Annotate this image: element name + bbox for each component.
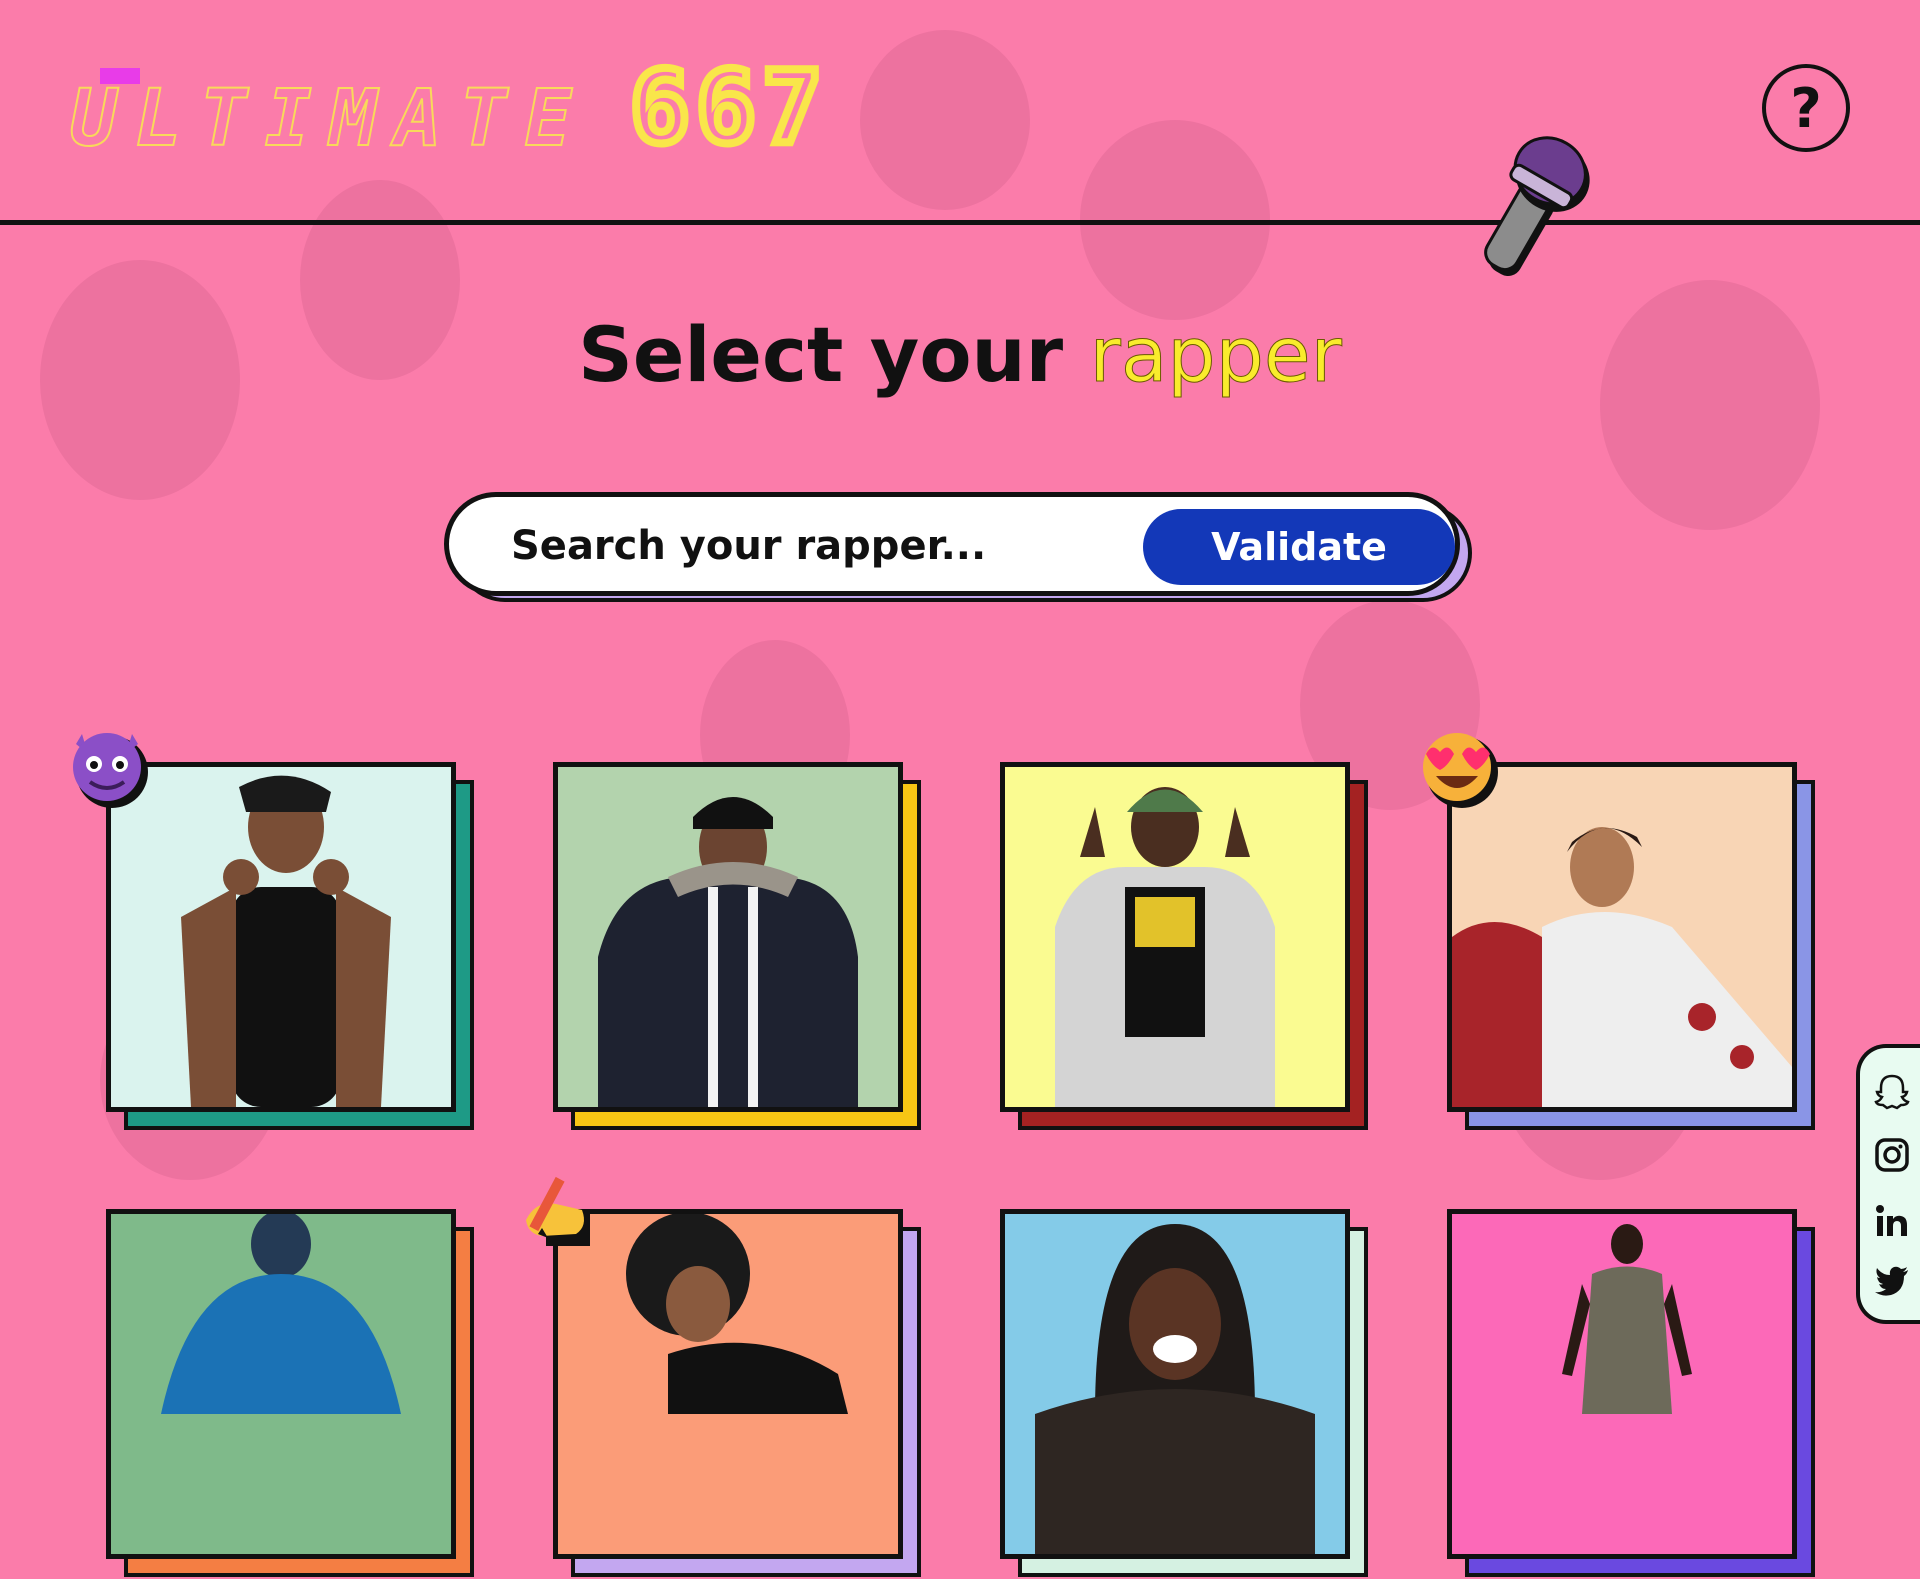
rapper-card[interactable] [106, 1209, 476, 1579]
card-photo [553, 762, 903, 1112]
rapper-photo [626, 1214, 848, 1414]
logo[interactable]: U ltimate 667 [69, 49, 829, 166]
logo-number: 667 [626, 49, 829, 166]
instagram-icon[interactable] [1873, 1136, 1911, 1174]
search-input[interactable] [509, 515, 1033, 577]
writing-hand-emoji-icon [526, 1176, 590, 1246]
card-photo [1000, 1209, 1350, 1559]
card-photo [1447, 1209, 1797, 1559]
help-button[interactable]: ? [1762, 64, 1850, 152]
logo-accent [100, 68, 140, 84]
card-photo [106, 762, 456, 1112]
rapper-card[interactable] [1000, 1209, 1370, 1579]
heart-eyes-emoji-icon [1423, 733, 1498, 808]
title-accent: rapper [1089, 310, 1342, 400]
rapper-photo [181, 775, 391, 1107]
card-photo [553, 1209, 903, 1559]
site-header: U ltimate 667 ? [0, 0, 1920, 225]
title-main: Select your [578, 310, 1064, 399]
rapper-card[interactable] [553, 1209, 923, 1579]
smiling-devil-emoji-icon [73, 733, 148, 808]
snapchat-icon[interactable] [1873, 1072, 1911, 1110]
search-bar: Validate [444, 492, 1472, 602]
logo-word: ltimate [134, 74, 590, 164]
rapper-card[interactable] [106, 762, 476, 1132]
rapper-card[interactable] [1000, 762, 1370, 1132]
rapper-card[interactable] [1447, 1209, 1817, 1579]
validate-button[interactable]: Validate [1143, 509, 1455, 585]
linkedin-icon[interactable] [1873, 1202, 1911, 1240]
rapper-card[interactable] [1447, 762, 1817, 1132]
logo-initial: U [69, 74, 135, 164]
rapper-photo [1562, 1224, 1692, 1414]
rapper-photo [598, 797, 858, 1107]
rapper-photo [1055, 787, 1275, 1107]
page-title: Select your rapper [0, 310, 1920, 400]
rapper-photo [161, 1214, 401, 1414]
rapper-card[interactable] [553, 762, 923, 1132]
social-links [1856, 1044, 1920, 1324]
rapper-photo [1035, 1224, 1315, 1554]
card-photo [1447, 762, 1797, 1112]
help-icon: ? [1790, 76, 1822, 140]
card-photo [1000, 762, 1350, 1112]
card-photo [106, 1209, 456, 1559]
rapper-photo [1452, 827, 1792, 1107]
search-box: Validate [444, 492, 1460, 596]
microphone-icon [1484, 136, 1590, 276]
twitter-icon[interactable] [1873, 1262, 1911, 1300]
